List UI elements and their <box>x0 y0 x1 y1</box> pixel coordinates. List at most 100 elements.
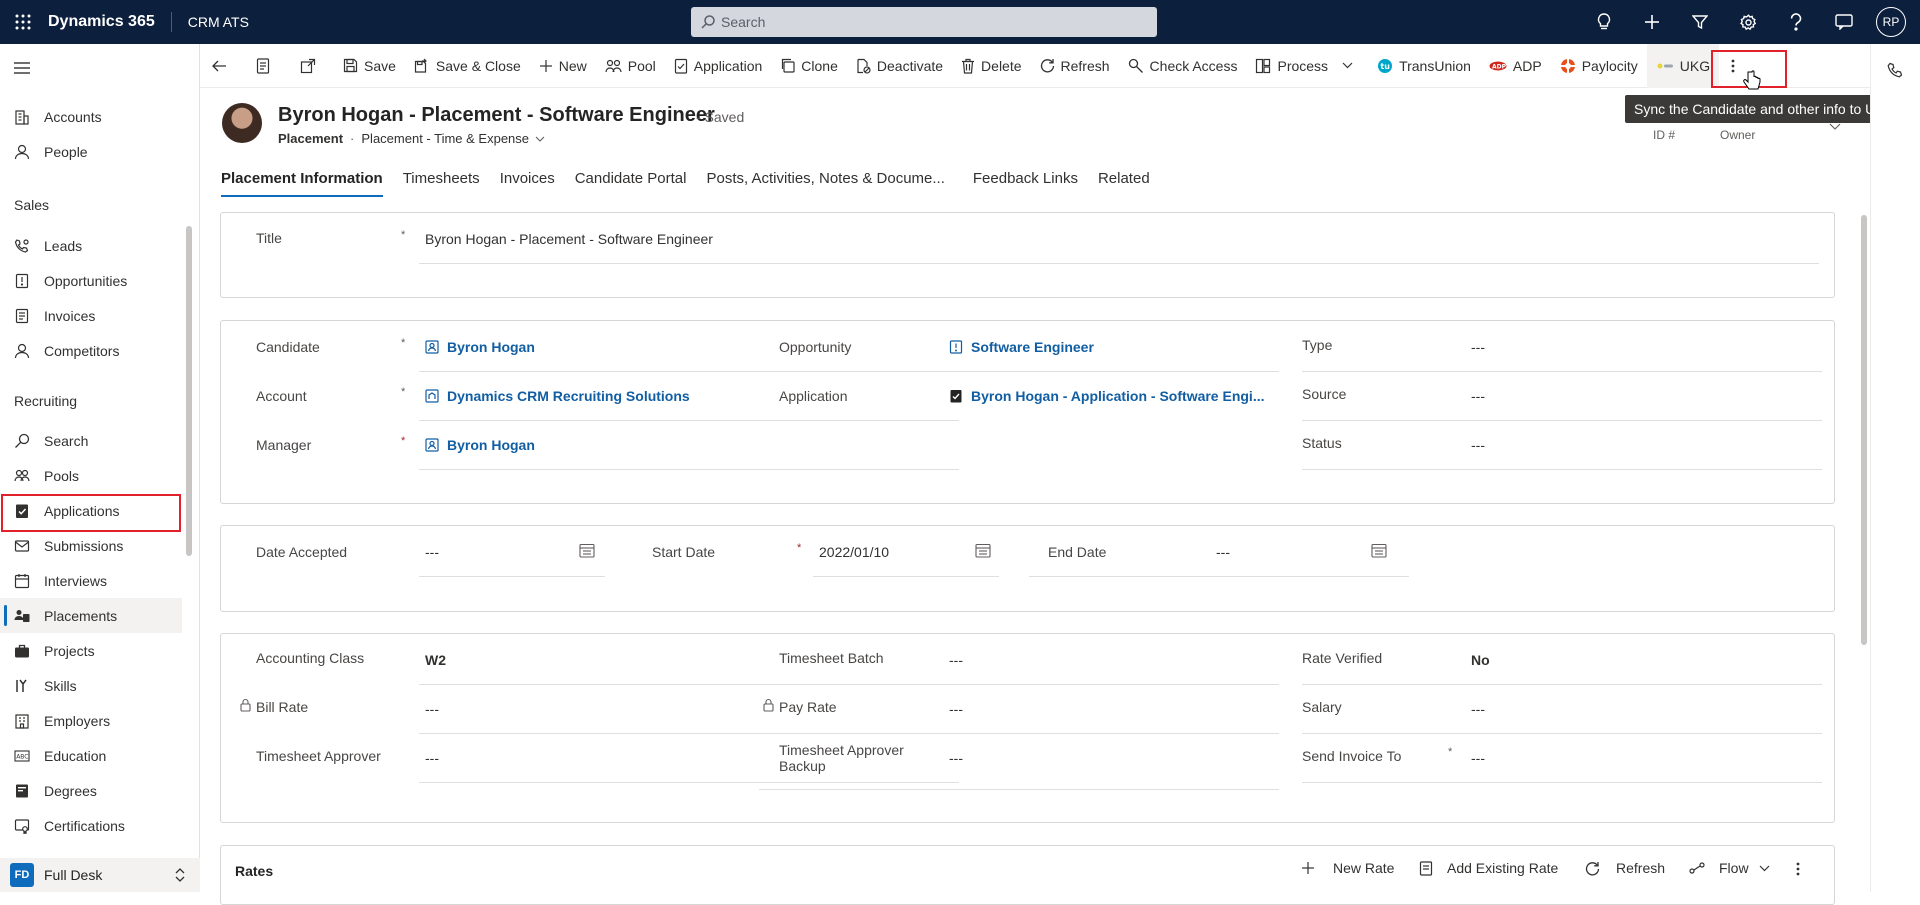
open-new-window-button[interactable] <box>288 44 334 88</box>
sidebar-item-skills[interactable]: Skills <box>0 668 182 703</box>
application-lookup-link[interactable]: Byron Hogan - Application - Software Eng… <box>949 388 1265 404</box>
tab-invoices[interactable]: Invoices <box>500 170 555 197</box>
app-name[interactable]: CRM ATS <box>172 14 249 30</box>
app-launcher-icon[interactable] <box>0 0 46 44</box>
candidate-lookup-link[interactable]: Byron Hogan <box>425 339 535 355</box>
sidebar-item-projects[interactable]: Projects <box>0 633 182 668</box>
transunion-button[interactable]: tu TransUnion <box>1368 44 1480 88</box>
sidebar-item-accounts[interactable]: Accounts <box>0 99 182 134</box>
process-button[interactable]: Process <box>1246 44 1368 88</box>
ukg-button[interactable]: UKG <box>1646 43 1720 88</box>
paylocity-button[interactable]: Paylocity <box>1551 44 1647 88</box>
account-lookup-link[interactable]: Dynamics CRM Recruiting Solutions <box>425 388 690 404</box>
tab-candidate-portal[interactable]: Candidate Portal <box>575 170 687 197</box>
flow-button[interactable]: Flow <box>1689 860 1778 876</box>
tab-related[interactable]: Related <box>1098 170 1150 197</box>
account-label: Account <box>256 388 307 404</box>
pay-rate-label: Pay Rate <box>779 699 837 715</box>
lightbulb-icon[interactable] <box>1580 0 1628 44</box>
source-label: Source <box>1302 386 1347 402</box>
settings-gear-icon[interactable] <box>1724 0 1772 44</box>
sidebar-item-invoices[interactable]: Invoices <box>0 298 182 333</box>
sidebar-item-interviews[interactable]: Interviews <box>0 563 182 598</box>
sidebar-item-certifications[interactable]: Certifications <box>0 808 182 843</box>
source-field[interactable]: --- <box>1471 388 1485 404</box>
manager-lookup-link[interactable]: Byron Hogan <box>425 437 535 453</box>
main-scrollbar[interactable] <box>1861 215 1867 645</box>
refresh-button[interactable]: Refresh <box>1031 44 1119 88</box>
sidebar-item-employers[interactable]: Employers <box>0 703 182 738</box>
clone-button[interactable]: Clone <box>771 44 847 88</box>
calendar-icon[interactable] <box>579 543 595 558</box>
new-button[interactable]: New <box>530 44 596 88</box>
plus-icon[interactable] <box>1628 0 1676 44</box>
brand-name[interactable]: Dynamics 365 <box>46 12 172 32</box>
rate-verified-field[interactable]: No <box>1471 652 1490 668</box>
type-field[interactable]: --- <box>1471 339 1485 355</box>
hamburger-menu-icon[interactable] <box>0 44 199 92</box>
end-date-field[interactable]: --- <box>1216 544 1230 560</box>
sidebar-item-degrees[interactable]: Degrees <box>0 773 182 808</box>
sidebar-item-leads[interactable]: Leads <box>0 228 182 263</box>
sidebar-item-pools[interactable]: Pools <box>0 458 182 493</box>
rates-refresh-button[interactable]: Refresh <box>1585 860 1665 876</box>
chevron-up-down-icon <box>175 868 185 882</box>
sidebar-item-education[interactable]: ABC Education <box>0 738 182 773</box>
tab-timesheets[interactable]: Timesheets <box>403 170 480 197</box>
sidebar-item-opportunities[interactable]: Opportunities <box>0 263 182 298</box>
title-field[interactable]: Byron Hogan - Placement - Software Engin… <box>425 231 713 247</box>
sidebar-item-label: Accounts <box>44 108 102 125</box>
form-selector[interactable]: Placement - Time & Expense <box>361 131 529 146</box>
date-accepted-field[interactable]: --- <box>425 544 439 560</box>
chevron-down-icon[interactable] <box>1829 123 1841 130</box>
calendar-icon[interactable] <box>1371 543 1387 558</box>
sidebar-item-competitors[interactable]: Competitors <box>0 333 182 368</box>
sidebar-item-people[interactable]: People <box>0 134 182 169</box>
send-invoice-to-field[interactable]: --- <box>1471 750 1485 766</box>
people-section: Candidate * Byron Hogan Account * Dynami… <box>220 320 1835 504</box>
sidebar-item-submissions[interactable]: Submissions <box>0 528 182 563</box>
salary-field[interactable]: --- <box>1471 701 1485 717</box>
add-existing-rate-button[interactable]: Add Existing Rate <box>1419 860 1558 876</box>
sidebar-item-search[interactable]: Search <box>0 423 182 458</box>
right-side-pane <box>1870 44 1920 892</box>
save-button[interactable]: Save <box>334 44 405 88</box>
deactivate-button[interactable]: Deactivate <box>847 44 952 88</box>
opportunity-lookup-link[interactable]: Software Engineer <box>949 339 1094 355</box>
global-search-input[interactable]: Search <box>691 7 1157 37</box>
filter-icon[interactable] <box>1676 0 1724 44</box>
back-button[interactable] <box>200 44 244 88</box>
timesheet-approver-field[interactable]: --- <box>425 750 439 766</box>
sidebar-item-label: Employers <box>44 712 111 729</box>
manager-label: Manager <box>256 437 312 453</box>
highlight-applications-box <box>1 494 181 532</box>
delete-button[interactable]: Delete <box>952 44 1030 88</box>
tab-placement-information[interactable]: Placement Information <box>221 170 383 197</box>
accounting-class-field[interactable]: W2 <box>425 652 446 668</box>
application-button[interactable]: Application <box>665 44 772 88</box>
sidebar-scrollbar[interactable] <box>186 226 192 556</box>
feedback-chat-icon[interactable] <box>1820 0 1868 44</box>
help-icon[interactable] <box>1772 0 1820 44</box>
tab-feedback-links[interactable]: Feedback Links <box>973 170 1078 197</box>
tab-posts-activities[interactable]: Posts, Activities, Notes & Docume... <box>706 170 944 197</box>
check-access-button[interactable]: Check Access <box>1119 44 1247 88</box>
title-section: Title * Byron Hogan - Placement - Softwa… <box>220 212 1835 298</box>
timesheet-approver-backup-field[interactable]: --- <box>949 750 963 766</box>
calendar-icon[interactable] <box>975 543 991 558</box>
form-view-button[interactable] <box>244 44 288 88</box>
new-rate-button[interactable]: New Rate <box>1301 860 1394 876</box>
phone-icon[interactable] <box>1887 62 1903 78</box>
top-actions: RP <box>1580 0 1920 44</box>
pool-button[interactable]: Pool <box>596 44 665 88</box>
save-and-close-button[interactable]: Save & Close <box>405 44 530 88</box>
more-vertical-icon[interactable] <box>1796 862 1800 876</box>
sidebar-item-placements[interactable]: Placements <box>0 598 182 633</box>
status-field[interactable]: --- <box>1471 437 1485 453</box>
area-switcher[interactable]: FD Full Desk <box>0 858 200 892</box>
start-date-field[interactable]: 2022/01/10 <box>819 544 889 560</box>
chevron-down-icon[interactable] <box>535 136 545 142</box>
user-avatar[interactable]: RP <box>1876 7 1906 37</box>
adp-button[interactable]: ADP ADP <box>1480 44 1551 88</box>
timesheet-batch-field[interactable]: --- <box>949 652 963 668</box>
